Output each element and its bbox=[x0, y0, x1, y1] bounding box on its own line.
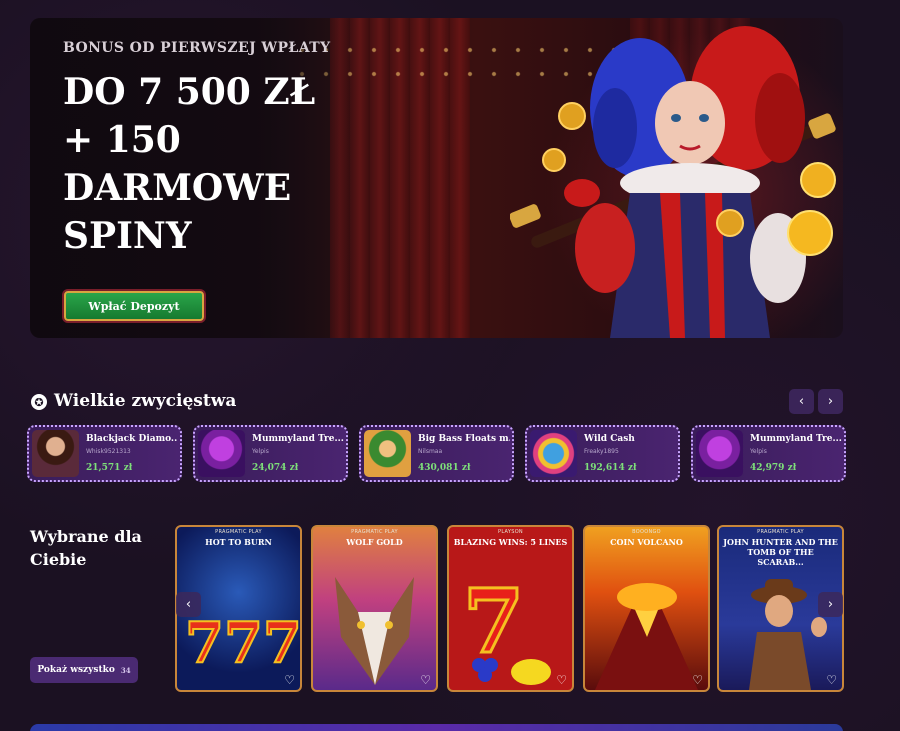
next-section-banner-edge bbox=[30, 724, 843, 731]
win-username: Whisk9521313 bbox=[86, 448, 131, 455]
game-artwork bbox=[595, 583, 698, 690]
game-title: JOHN HUNTER AND THE TOMB OF THE SCARAB..… bbox=[723, 537, 838, 567]
win-amount: 430,081 zł bbox=[418, 463, 471, 473]
win-card[interactable]: Blackjack Diamo... Whisk9521313 21,571 z… bbox=[27, 425, 182, 482]
game-thumbnail bbox=[364, 430, 411, 477]
games-next-button[interactable]: › bbox=[818, 592, 843, 617]
game-provider: PRAGMATIC PLAY bbox=[757, 529, 804, 535]
headline-line: DARMOWE bbox=[63, 167, 292, 209]
win-card[interactable]: Mummyland Tre... Yelpis 24,074 zł bbox=[193, 425, 348, 482]
hero-headline: DO 7 500 ZŁ + 150 DARMOWE SPINY bbox=[63, 68, 343, 260]
win-username: Yelpis bbox=[750, 448, 767, 455]
picked-for-you-title: Wybrane dla Ciebie bbox=[30, 527, 142, 569]
svg-text:777: 777 bbox=[185, 610, 300, 676]
win-card[interactable]: Mummyland Tre... Yelpis 42,979 zł bbox=[691, 425, 846, 482]
win-username: Freaky1895 bbox=[584, 448, 619, 455]
win-game-name: Big Bass Floats m... bbox=[418, 434, 510, 444]
hero-banner[interactable]: BONUS OD PIERWSZEJ WPŁATY DO 7 500 ZŁ + … bbox=[30, 18, 843, 338]
win-card[interactable]: Wild Cash Freaky1895 192,614 zł bbox=[525, 425, 680, 482]
game-title: BLAZING WINS: 5 LINES bbox=[453, 537, 568, 547]
game-provider: PRAGMATIC PLAY bbox=[351, 529, 398, 535]
big-wins-next-button[interactable]: › bbox=[818, 389, 843, 414]
favorite-heart-icon[interactable]: ♡ bbox=[826, 673, 837, 687]
game-provider: BOOONGO bbox=[632, 529, 661, 535]
game-thumbnail bbox=[530, 430, 577, 477]
game-card[interactable]: 7 PLAYSON BLAZING WINS: 5 LINES ♡ bbox=[447, 525, 574, 692]
favorite-heart-icon[interactable]: ♡ bbox=[556, 673, 567, 687]
win-card[interactable]: Big Bass Floats m... Nilsmaa 430,081 zł bbox=[359, 425, 514, 482]
show-all-count: 34 bbox=[120, 665, 131, 675]
game-thumbnail bbox=[32, 430, 79, 477]
win-amount: 42,979 zł bbox=[750, 463, 797, 473]
show-all-button[interactable]: Pokaż wszystko 34 bbox=[30, 657, 138, 683]
game-card[interactable]: BOOONGO COIN VOLCANO ♡ bbox=[583, 525, 710, 692]
game-title: COIN VOLCANO bbox=[610, 537, 683, 547]
win-game-name: Wild Cash bbox=[584, 434, 635, 444]
win-game-name: Mummyland Tre... bbox=[750, 434, 842, 444]
game-artwork: 7 bbox=[462, 568, 551, 685]
hero-eyebrow: BONUS OD PIERWSZEJ WPŁATY bbox=[63, 40, 331, 56]
headline-line: + 150 bbox=[63, 119, 181, 161]
game-artwork bbox=[335, 577, 414, 685]
win-amount: 192,614 zł bbox=[584, 463, 637, 473]
headline-line: SPINY bbox=[63, 215, 192, 257]
game-provider: PLAYSON bbox=[498, 529, 523, 535]
game-title: HOT TO BURN bbox=[205, 537, 272, 547]
game-thumbnail bbox=[696, 430, 743, 477]
deposit-button[interactable]: Wpłać Depozyt bbox=[64, 291, 204, 321]
win-username: Nilsmaa bbox=[418, 448, 443, 455]
show-all-label: Pokaż wszystko bbox=[37, 665, 115, 675]
svg-text:7: 7 bbox=[463, 569, 524, 673]
game-provider: PRAGMATIC PLAY bbox=[215, 529, 262, 535]
big-wins-title: Wielkie zwycięstwa bbox=[54, 391, 237, 411]
star-icon: ✪ bbox=[31, 394, 47, 410]
win-amount: 21,571 zł bbox=[86, 463, 133, 473]
big-wins-prev-button[interactable]: ‹ bbox=[789, 389, 814, 414]
favorite-heart-icon[interactable]: ♡ bbox=[284, 673, 295, 687]
game-title: WOLF GOLD bbox=[346, 537, 403, 547]
favorite-heart-icon[interactable]: ♡ bbox=[420, 673, 431, 687]
win-amount: 24,074 zł bbox=[252, 463, 299, 473]
win-username: Yelpis bbox=[252, 448, 269, 455]
headline-line: DO 7 500 ZŁ bbox=[63, 71, 316, 113]
win-game-name: Blackjack Diamo... bbox=[86, 434, 178, 444]
jester-character-illustration bbox=[510, 26, 836, 338]
game-thumbnail bbox=[198, 430, 245, 477]
favorite-heart-icon[interactable]: ♡ bbox=[692, 673, 703, 687]
win-game-name: Mummyland Tre... bbox=[252, 434, 344, 444]
game-card[interactable]: PRAGMATIC PLAY WOLF GOLD ♡ bbox=[311, 525, 438, 692]
games-prev-button[interactable]: ‹ bbox=[176, 592, 201, 617]
